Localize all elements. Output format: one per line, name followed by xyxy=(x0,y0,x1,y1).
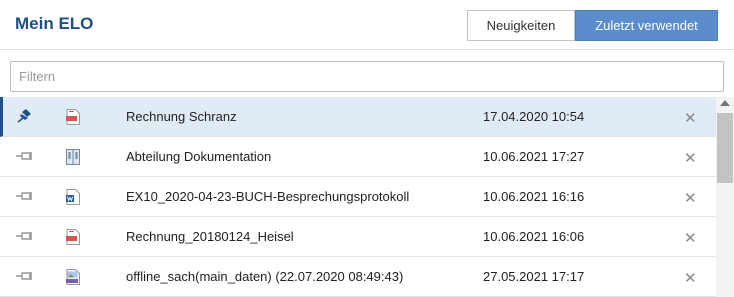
tab-news-button[interactable]: Neuigkeiten xyxy=(467,10,575,41)
scroll-up-arrow-icon[interactable] xyxy=(720,100,730,106)
remove-item-icon[interactable]: ✕ xyxy=(684,269,697,287)
word-file-icon xyxy=(66,189,80,205)
pin-inactive-icon[interactable] xyxy=(16,269,34,283)
item-date: 27.05.2021 17:17 xyxy=(483,269,585,284)
jpg-file-icon xyxy=(66,269,80,285)
list-item[interactable]: Abteilung Dokumentation 10.06.2021 17:27… xyxy=(0,137,716,177)
item-date: 10.06.2021 17:27 xyxy=(483,149,585,164)
item-name: Abteilung Dokumentation xyxy=(126,149,272,164)
remove-item-icon[interactable]: ✕ xyxy=(684,109,697,127)
item-name: offline_sach(main_daten) (22.07.2020 08:… xyxy=(126,269,404,284)
pin-inactive-icon[interactable] xyxy=(16,229,34,243)
page-title: Mein ELO xyxy=(15,14,94,33)
remove-item-icon[interactable]: ✕ xyxy=(684,229,697,247)
list-item[interactable]: EX10_2020-04-23-BUCH-Besprechungsprotoko… xyxy=(0,177,716,217)
list-item[interactable]: Rechnung_20180124_Heisel 10.06.2021 16:0… xyxy=(0,217,716,257)
item-name: Rechnung_20180124_Heisel xyxy=(126,229,294,244)
recent-items-list: Rechnung Schranz 17.04.2020 10:54 ✕ Abte… xyxy=(0,97,716,297)
scrollbar-thumb[interactable] xyxy=(717,113,733,183)
remove-item-icon[interactable]: ✕ xyxy=(684,189,697,207)
pin-inactive-icon[interactable] xyxy=(16,149,34,163)
list-scrollbar[interactable] xyxy=(716,97,734,297)
item-date: 10.06.2021 16:06 xyxy=(483,229,585,244)
remove-item-icon[interactable]: ✕ xyxy=(684,149,697,167)
item-name: EX10_2020-04-23-BUCH-Besprechungsprotoko… xyxy=(126,189,410,204)
pin-active-icon[interactable] xyxy=(16,109,34,123)
item-name: Rechnung Schranz xyxy=(126,109,237,124)
list-item[interactable]: Rechnung Schranz 17.04.2020 10:54 ✕ xyxy=(0,97,716,137)
pin-inactive-icon[interactable] xyxy=(16,189,34,203)
item-date: 17.04.2020 10:54 xyxy=(483,109,585,124)
filter-input[interactable] xyxy=(10,61,724,92)
header: Mein ELO Neuigkeiten Zuletzt verwendet xyxy=(0,0,734,50)
view-switch: Neuigkeiten Zuletzt verwendet xyxy=(467,10,718,41)
tab-recently-used-button[interactable]: Zuletzt verwendet xyxy=(575,10,718,41)
pdf-file-icon xyxy=(66,109,80,125)
item-date: 10.06.2021 16:16 xyxy=(483,189,585,204)
pdf-file-icon xyxy=(66,229,80,245)
folder-file-icon xyxy=(66,149,80,165)
list-item[interactable]: offline_sach(main_daten) (22.07.2020 08:… xyxy=(0,257,716,297)
